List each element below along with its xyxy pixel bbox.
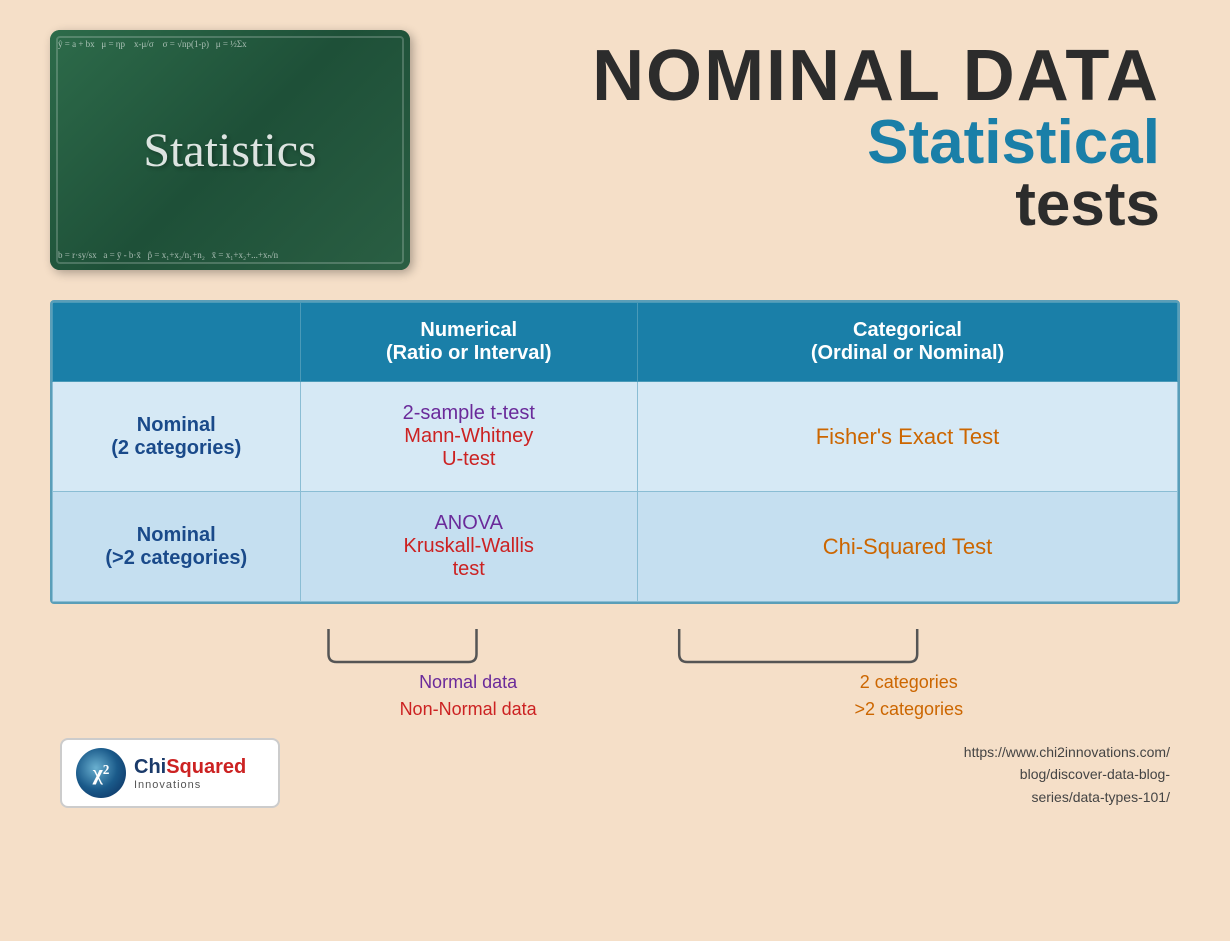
chalkboard-title: Statistics [143, 123, 316, 178]
stats-table: Numerical (Ratio or Interval) Categorica… [52, 302, 1178, 602]
row-header-2: Nominal(>2 categories) [53, 492, 301, 602]
table-row-1: Nominal(2 categories) 2-sample t-test Ma… [53, 382, 1178, 492]
label-nonnormal-data: Non-Normal data [400, 696, 537, 723]
numerical-labels: Normal data Non-Normal data [400, 669, 537, 723]
footer: χ² ChiSquared Innovations https://www.ch… [50, 738, 1180, 808]
table-row-2: Nominal(>2 categories) ANOVA Kruskall-Wa… [53, 492, 1178, 602]
annotation-spacer [50, 624, 299, 723]
table-header-empty [53, 303, 301, 382]
title-tests: tests [410, 174, 1160, 236]
logo-innovations-label: Innovations [134, 779, 246, 791]
label-normal-data: Normal data [400, 669, 537, 696]
annotations-row: Normal data Non-Normal data 2 categories… [50, 624, 1180, 723]
chalk-formulas-bottom: b = r·sy/sx a = ȳ - b·x̄ p̂ = x₁+x₂/n₁+n… [58, 249, 402, 262]
stats-table-container: Numerical (Ratio or Interval) Categorica… [50, 300, 1180, 604]
cell-categorical-2: Chi-Squared Test [638, 492, 1178, 602]
cell-numerical-1: 2-sample t-test Mann-Whitney U-test [300, 382, 638, 492]
footer-url: https://www.chi2innovations.com/ blog/di… [964, 741, 1170, 808]
numerical-bracket-svg [299, 624, 638, 664]
label-2-categories: 2 categories [855, 669, 964, 696]
title-statistical: Statistical [410, 112, 1160, 174]
logo-brand-name: ChiSquared [134, 756, 246, 779]
chisquared-logo: χ² ChiSquared Innovations [60, 738, 280, 808]
table-header-categorical: Categorical (Ordinal or Nominal) [638, 303, 1178, 382]
chalkboard-image: ŷ = a + bx μ = ηp x-μ/σ σ = √np(1-p) μ =… [50, 30, 410, 270]
categorical-labels: 2 categories >2 categories [855, 669, 964, 723]
page-container: ŷ = a + bx μ = ηp x-μ/σ σ = √np(1-p) μ =… [0, 0, 1230, 941]
row-header-1: Nominal(2 categories) [53, 382, 301, 492]
categorical-bracket-svg [638, 624, 1180, 664]
cell-categorical-1: Fisher's Exact Test [638, 382, 1178, 492]
header: ŷ = a + bx μ = ηp x-μ/σ σ = √np(1-p) μ =… [50, 30, 1180, 270]
annotation-categorical: 2 categories >2 categories [638, 624, 1180, 723]
title-area: NOMINAL DATA Statistical tests [410, 30, 1180, 236]
chalk-formulas-top: ŷ = a + bx μ = ηp x-μ/σ σ = √np(1-p) μ =… [58, 38, 402, 51]
annotation-numerical: Normal data Non-Normal data [299, 624, 638, 723]
logo-circle-icon: χ² [76, 748, 126, 798]
title-nominal: NOMINAL DATA [410, 40, 1160, 112]
cell-numerical-2: ANOVA Kruskall-Wallis test [300, 492, 638, 602]
label-more2-categories: >2 categories [855, 696, 964, 723]
table-header-numerical: Numerical (Ratio or Interval) [300, 303, 638, 382]
logo-text-block: ChiSquared Innovations [134, 756, 246, 791]
